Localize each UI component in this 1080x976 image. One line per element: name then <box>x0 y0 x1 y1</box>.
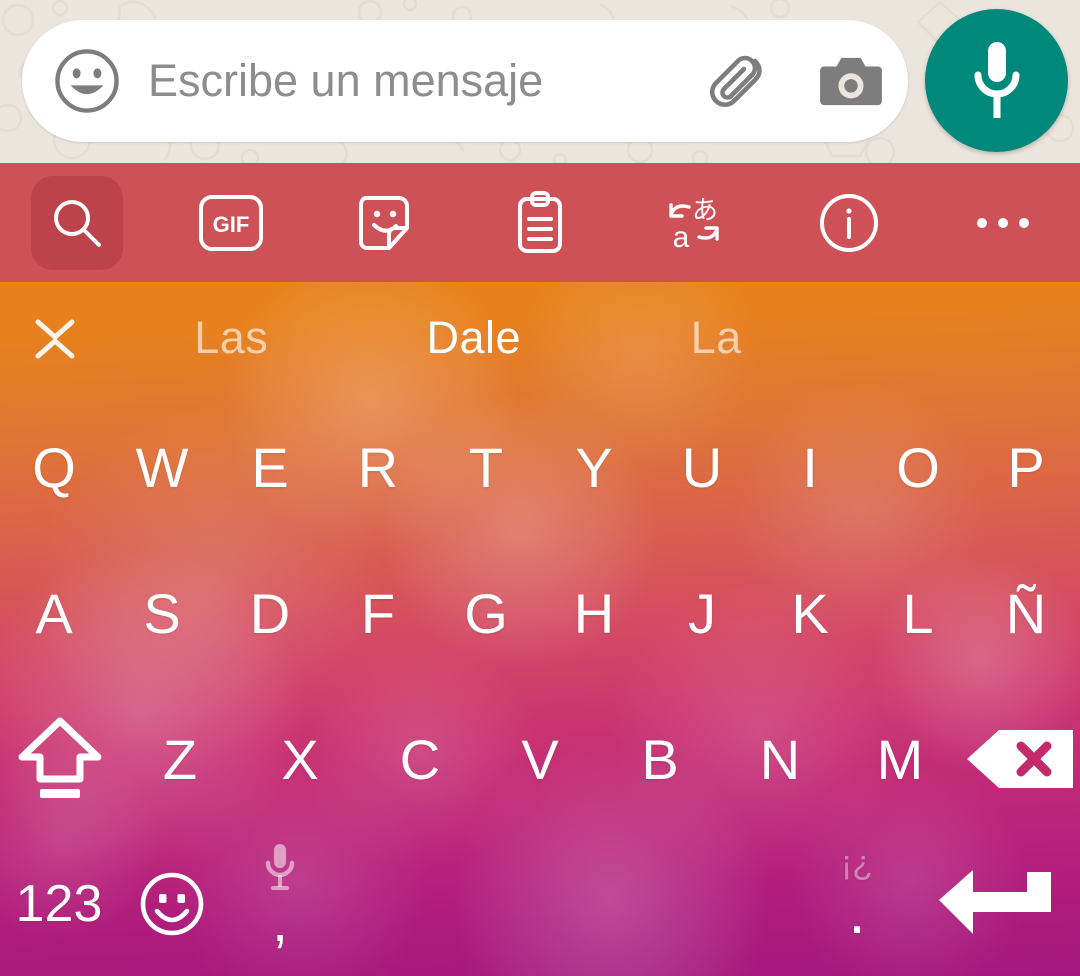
key-b[interactable]: B <box>600 686 720 832</box>
svg-text:あ: あ <box>692 196 718 226</box>
key-n[interactable]: N <box>720 686 840 832</box>
keyboard-panel: Las Dale La Q W E R T Y U I O P A S D F … <box>0 282 1080 976</box>
key-y[interactable]: Y <box>540 394 648 540</box>
toolbar-item-more[interactable] <box>926 163 1080 282</box>
key-e[interactable]: E <box>216 394 324 540</box>
key-d[interactable]: D <box>216 540 324 686</box>
camera-icon[interactable] <box>820 53 882 109</box>
key-h[interactable]: H <box>540 540 648 686</box>
key-row-4: 123 , ¡¿ . <box>0 832 1080 976</box>
toolbar-item-info[interactable] <box>771 163 925 282</box>
key-enter[interactable] <box>912 832 1080 976</box>
key-row-1: Q W E R T Y U I O P <box>0 394 1080 540</box>
toolbar-item-search[interactable] <box>0 163 154 282</box>
key-g[interactable]: G <box>432 540 540 686</box>
suggestion-2[interactable]: La <box>595 312 838 364</box>
key-shift[interactable] <box>0 686 120 832</box>
clipboard-icon <box>517 190 562 253</box>
key-o[interactable]: O <box>864 394 972 540</box>
key-w[interactable]: W <box>108 394 216 540</box>
key-q[interactable]: Q <box>0 394 108 540</box>
key-f[interactable]: F <box>324 540 432 686</box>
key-backspace[interactable] <box>960 686 1080 832</box>
key-numbers[interactable]: 123 <box>0 832 118 976</box>
enter-return-icon <box>939 870 1051 934</box>
key-c[interactable]: C <box>360 686 480 832</box>
suggestion-0[interactable]: Las <box>110 312 353 364</box>
keyboard-toolbar: GIF あ a <box>0 163 1080 282</box>
key-s[interactable]: S <box>108 540 216 686</box>
suggestion-1[interactable]: Dale <box>353 312 596 364</box>
toolbar-item-sticker[interactable] <box>309 163 463 282</box>
svg-text:a: a <box>673 221 690 254</box>
key-row-3: Z X C V B N M <box>0 686 1080 832</box>
key-comma-hint <box>226 842 334 890</box>
key-v[interactable]: V <box>480 686 600 832</box>
key-comma[interactable]: , <box>226 832 334 976</box>
key-l[interactable]: L <box>864 540 972 686</box>
key-emoji[interactable] <box>118 832 226 976</box>
key-period[interactable]: ¡¿ . <box>802 832 912 976</box>
emoji-icon[interactable] <box>52 46 122 116</box>
key-r[interactable]: R <box>324 394 432 540</box>
sticker-icon <box>358 195 409 250</box>
toolbar-item-clipboard[interactable] <box>463 163 617 282</box>
key-k[interactable]: K <box>756 540 864 686</box>
key-j[interactable]: J <box>648 540 756 686</box>
chat-input-bar: Escribe un mensaje <box>0 0 1080 163</box>
shift-caps-lock-icon <box>18 717 102 798</box>
message-input-placeholder[interactable]: Escribe un mensaje <box>148 55 710 107</box>
key-comma-glyph: , <box>272 890 288 953</box>
key-x[interactable]: X <box>240 686 360 832</box>
key-space[interactable] <box>334 832 802 976</box>
translate-icon: あ a <box>669 196 719 254</box>
microphone-icon <box>265 844 295 890</box>
microphone-icon <box>974 41 1019 118</box>
suggestion-bar: Las Dale La <box>0 282 1080 394</box>
gif-label: GIF <box>213 212 250 237</box>
voice-record-button[interactable] <box>925 9 1068 152</box>
more-dots-icon <box>976 217 1029 228</box>
message-composer[interactable]: Escribe un mensaje <box>22 20 908 142</box>
smiley-face-icon <box>140 872 204 936</box>
toolbar-item-translate[interactable]: あ a <box>617 163 771 282</box>
paperclip-icon[interactable] <box>710 49 774 113</box>
key-enye[interactable]: Ñ <box>972 540 1080 686</box>
key-p[interactable]: P <box>972 394 1080 540</box>
expand-suggestions-button[interactable] <box>0 310 110 366</box>
search-icon <box>54 199 102 247</box>
key-m[interactable]: M <box>840 686 960 832</box>
key-a[interactable]: A <box>0 540 108 686</box>
keyboard-screen: Escribe un mensaje GIF あ a Las Dale La Q… <box>0 0 1080 976</box>
key-u[interactable]: U <box>648 394 756 540</box>
key-t[interactable]: T <box>432 394 540 540</box>
toolbar-item-gif[interactable]: GIF <box>154 163 308 282</box>
key-z[interactable]: Z <box>120 686 240 832</box>
key-period-glyph: . <box>848 878 866 947</box>
key-i[interactable]: I <box>756 394 864 540</box>
info-icon <box>819 193 878 252</box>
expand-chevrons-icon <box>35 319 75 359</box>
key-row-2: A S D F G H J K L Ñ <box>0 540 1080 686</box>
backspace-icon <box>967 730 1073 788</box>
gif-icon: GIF <box>199 194 264 251</box>
